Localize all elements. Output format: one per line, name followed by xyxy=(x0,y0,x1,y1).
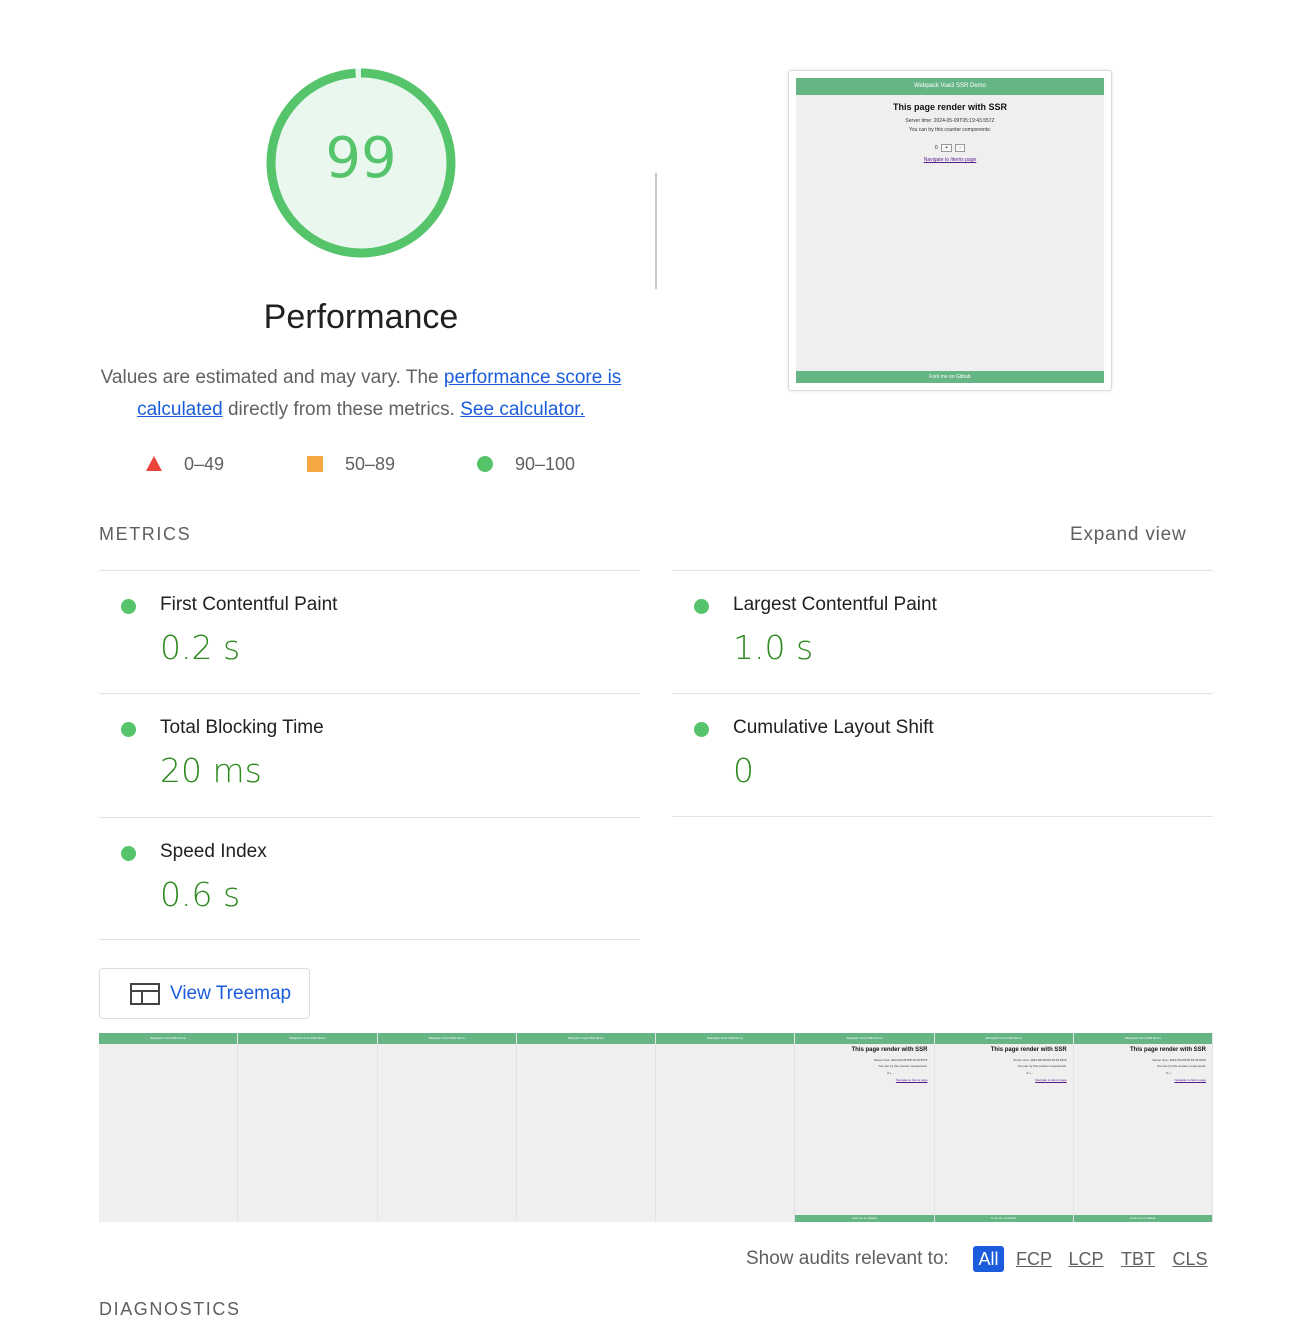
mini-counter: 0 + - xyxy=(796,144,1104,152)
mini-minus-button: - xyxy=(955,144,966,152)
see-calculator-link[interactable]: See calculator. xyxy=(460,399,585,420)
frame-server-time: Server time: 2024-05-09T05:19:43.557Z xyxy=(873,1058,928,1062)
mini-counter-value: 0 xyxy=(934,145,938,151)
frame-link: Navigate to /items page xyxy=(1035,1078,1067,1082)
frame-server-time: Server time: 2024-05-09T05:19:43.557Z xyxy=(1013,1058,1067,1062)
filter-chip-tbt[interactable]: TBT xyxy=(1120,1246,1156,1272)
expand-view-toggle[interactable]: Expand view xyxy=(1070,524,1187,546)
frame-footer: Fork me on Github xyxy=(934,1215,1073,1222)
frame-header: Webpack Vue3 SSR Demo xyxy=(795,1033,934,1044)
metric-name: Speed Index xyxy=(160,841,267,862)
metric-name: First Contentful Paint xyxy=(160,594,338,615)
frame-counter: 0 + - xyxy=(1026,1071,1033,1075)
view-treemap-label: View Treemap xyxy=(170,983,292,1004)
mini-link: Navigate to /items page xyxy=(923,157,977,163)
frame-counter: 0 + - xyxy=(1165,1071,1172,1075)
metrics-divider xyxy=(672,816,1213,817)
metrics-heading: METRICS xyxy=(99,524,192,544)
frame-link: Navigate to /items page xyxy=(895,1078,928,1082)
score-description: Values are estimated and may vary. The p… xyxy=(92,362,630,426)
legend-range: 90–100 xyxy=(515,454,576,474)
pass-circle-icon xyxy=(694,599,709,614)
metric-value: 1.0 s xyxy=(733,628,814,667)
metric-name: Total Blocking Time xyxy=(160,717,324,738)
frame-counter-hint: You can try this counter components: xyxy=(1156,1064,1206,1068)
legend-range: 50–89 xyxy=(345,454,396,474)
frame-title: This page render with SSR xyxy=(1129,1047,1206,1053)
pass-circle-icon xyxy=(694,722,709,737)
filter-chip-all[interactable]: All xyxy=(973,1246,1004,1272)
pass-circle-icon xyxy=(121,599,136,614)
mini-title: This page render with SSR xyxy=(892,102,1008,112)
treemap-icon xyxy=(130,983,160,1005)
filmstrip-frame: Webpack Vue3 SSR Demo xyxy=(377,1033,517,1222)
frame-header: Webpack Vue3 SSR Demo xyxy=(656,1033,795,1044)
filmstrip: Webpack Vue3 SSR Demo Webpack Vue3 SSR De… xyxy=(99,1033,1213,1222)
metric-largest-contentful-paint: Largest Contentful Paint 1.0 s xyxy=(672,570,1213,692)
mini-header: Webpack Vue3 SSR Demo xyxy=(796,78,1104,95)
metric-total-blocking-time: Total Blocking Time 20 ms xyxy=(99,693,640,815)
filmstrip-frame: Webpack Vue3 SSR Demo xyxy=(516,1033,656,1222)
metric-name: Largest Contentful Paint xyxy=(733,594,937,615)
mini-server-time: Server time: 2024-05-09T05:19:43.557Z xyxy=(905,118,995,124)
filmstrip-frame: Webpack Vue3 SSR Demo xyxy=(238,1033,378,1222)
filter-chip-cls[interactable]: CLS xyxy=(1172,1246,1208,1272)
metric-value: 0.2 s xyxy=(160,628,241,667)
filter-label: Show audits relevant to: xyxy=(746,1248,949,1269)
description-prefix: Values are estimated and may vary. The xyxy=(100,367,444,388)
frame-header: Webpack Vue3 SSR Demo xyxy=(516,1033,655,1044)
filmstrip-frame: Webpack Vue3 SSR Demo This page render wi… xyxy=(1073,1033,1213,1222)
pass-circle-icon xyxy=(121,846,136,861)
metric-cumulative-layout-shift: Cumulative Layout Shift 0 xyxy=(672,693,1213,815)
vertical-divider xyxy=(655,173,657,289)
fail-triangle-icon xyxy=(146,456,162,471)
average-square-icon xyxy=(307,456,323,472)
description-middle: directly from these metrics. xyxy=(222,399,461,420)
frame-header: Webpack Vue3 SSR Demo xyxy=(238,1033,377,1044)
metric-speed-index: Speed Index 0.6 s xyxy=(99,817,640,939)
category-title: Performance xyxy=(263,298,459,336)
filmstrip-frame: Webpack Vue3 SSR Demo xyxy=(99,1033,239,1222)
metric-value: 20 ms xyxy=(160,751,262,790)
frame-counter-hint: You can try this counter components: xyxy=(878,1064,928,1068)
frame-header: Webpack Vue3 SSR Demo xyxy=(377,1033,516,1044)
frame-footer: Fork me on Github xyxy=(1073,1215,1212,1222)
frame-header: Webpack Vue3 SSR Demo xyxy=(1073,1033,1212,1044)
legend-range: 0–49 xyxy=(184,454,225,474)
filmstrip-frame: Webpack Vue3 SSR Demo xyxy=(656,1033,796,1222)
pass-circle-icon xyxy=(121,722,136,737)
metric-first-contentful-paint: First Contentful Paint 0.2 s xyxy=(99,570,640,692)
filmstrip-frame: Webpack Vue3 SSR Demo This page render wi… xyxy=(795,1033,935,1222)
final-screenshot[interactable]: Webpack Vue3 SSR Demo This page render w… xyxy=(788,70,1112,391)
frame-title: This page render with SSR xyxy=(990,1047,1067,1053)
metric-name: Cumulative Layout Shift xyxy=(733,717,934,738)
frame-footer: Fork me on Github xyxy=(795,1215,934,1222)
pass-circle-icon xyxy=(477,456,493,472)
filter-chip-lcp[interactable]: LCP xyxy=(1068,1246,1104,1272)
frame-title: This page render with SSR xyxy=(851,1047,928,1053)
filter-chip-fcp[interactable]: FCP xyxy=(1016,1246,1052,1272)
frame-server-time: Server time: 2024-05-09T05:19:43.557Z xyxy=(1152,1058,1206,1062)
mini-counter-hint: You can try this counter components: xyxy=(908,127,992,133)
frame-counter-hint: You can try this counter components: xyxy=(1017,1064,1067,1068)
metric-value: 0 xyxy=(733,751,754,790)
diagnostics-heading: DIAGNOSTICS xyxy=(99,1299,241,1319)
frame-header: Webpack Vue3 SSR Demo xyxy=(934,1033,1073,1044)
metrics-divider xyxy=(99,939,640,940)
filmstrip-frame: Webpack Vue3 SSR Demo This page render wi… xyxy=(934,1033,1074,1222)
mini-plus-button: + xyxy=(941,144,953,152)
metric-value: 0.6 s xyxy=(160,875,241,914)
score-gauge: 99 xyxy=(265,67,457,259)
final-screenshot-page: Webpack Vue3 SSR Demo This page render w… xyxy=(796,78,1104,383)
frame-counter: 0 + - xyxy=(887,1071,894,1075)
score-value: 99 xyxy=(325,126,397,191)
frame-link: Navigate to /items page xyxy=(1174,1078,1206,1082)
frame-header: Webpack Vue3 SSR Demo xyxy=(99,1033,238,1044)
mini-footer: Fork me on Github xyxy=(796,371,1104,383)
view-treemap-button[interactable]: View Treemap xyxy=(99,968,310,1019)
